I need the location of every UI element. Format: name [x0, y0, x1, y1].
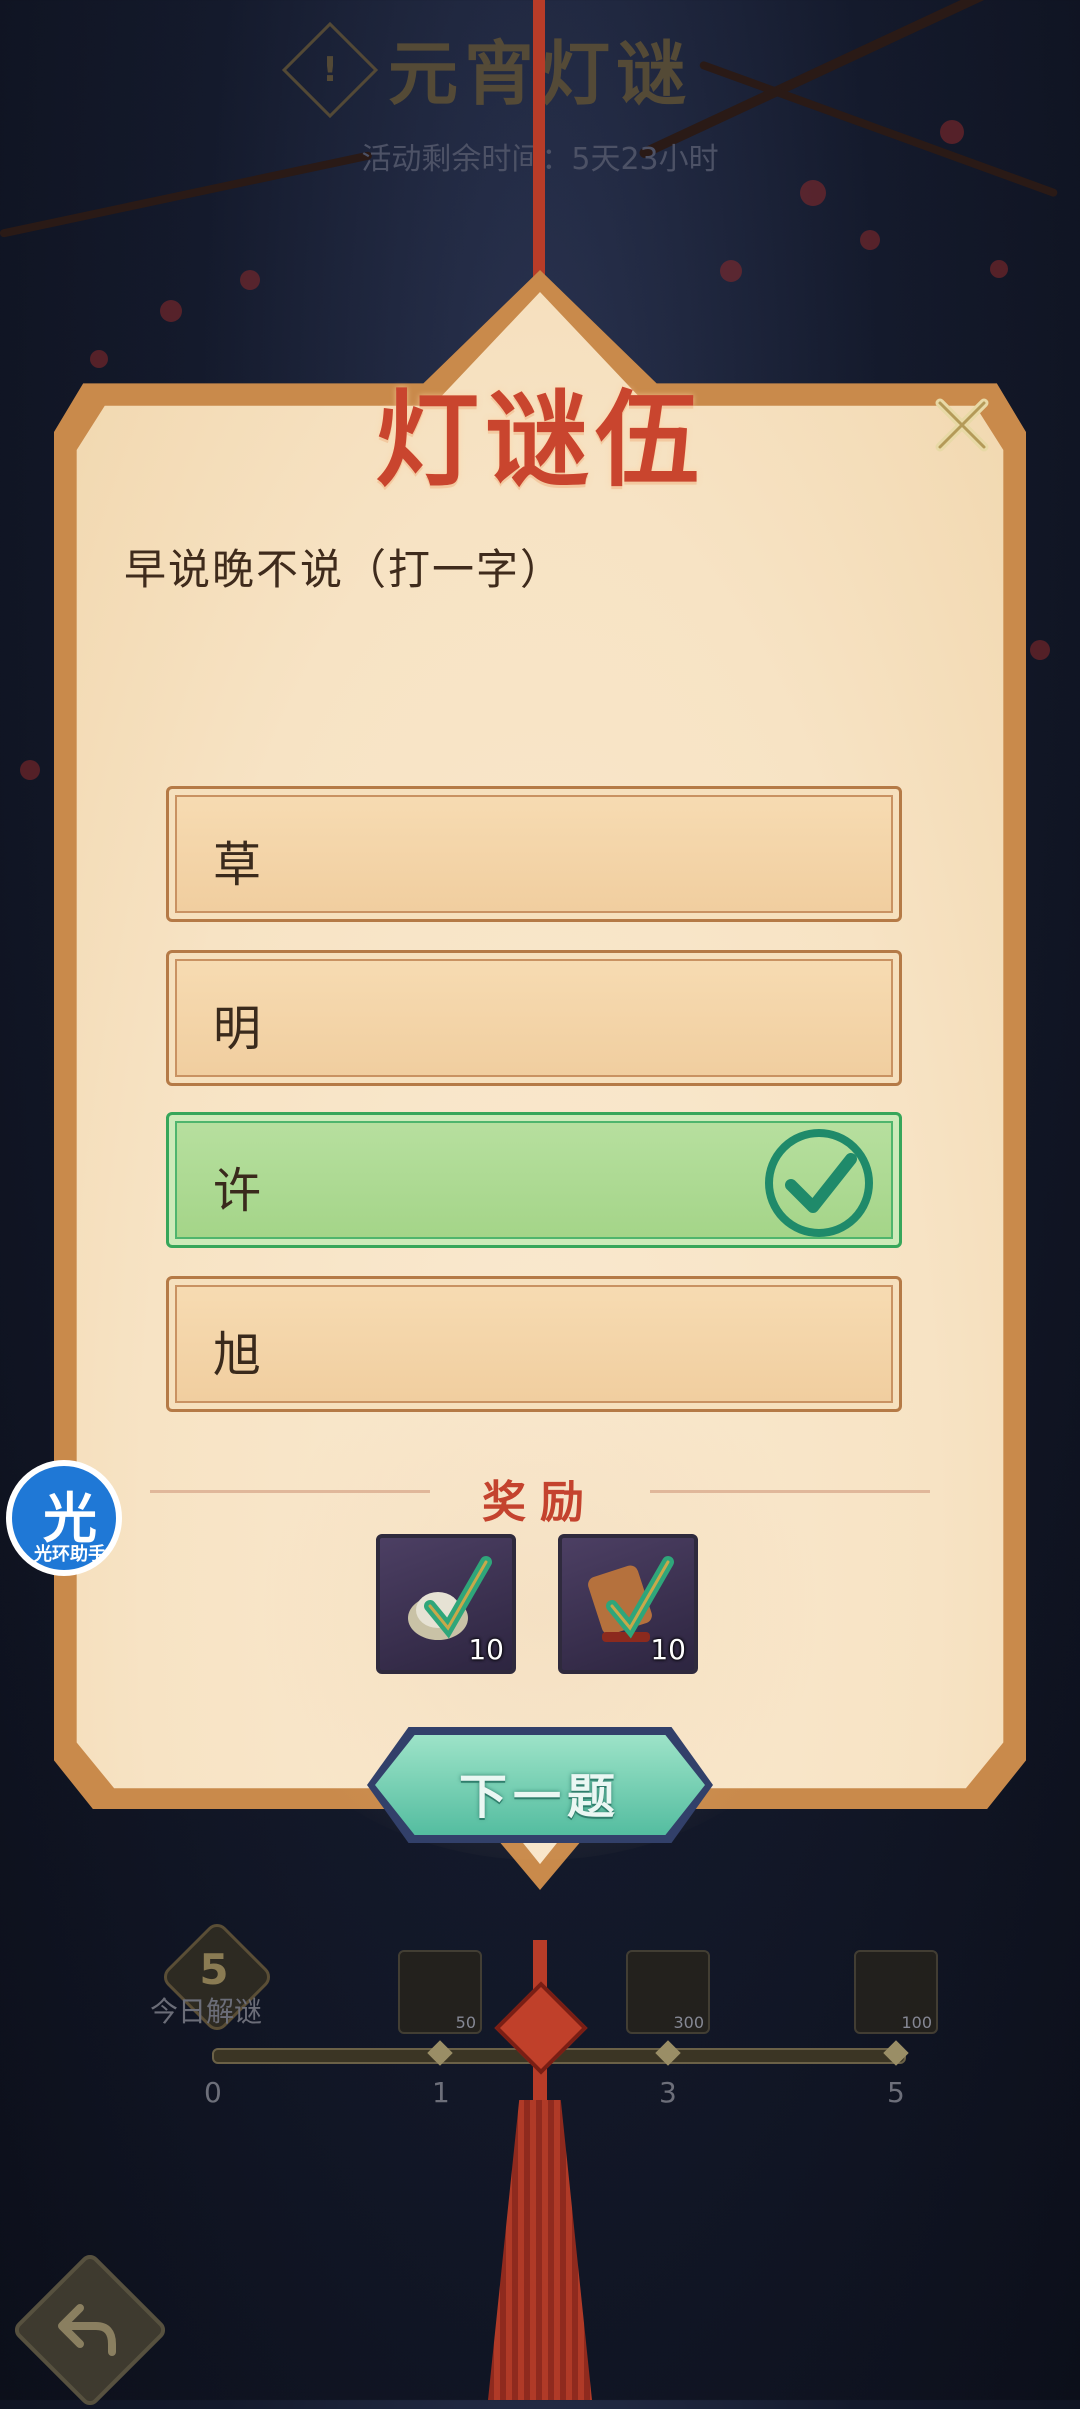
solved-label: 今日解谜 — [150, 1995, 263, 2028]
answer-option-label: 旭 — [213, 1327, 262, 1383]
answer-option-1[interactable]: 草 — [166, 786, 902, 922]
next-question-button[interactable]: 下一题 — [367, 1727, 713, 1843]
reward-item-2[interactable]: 10 — [558, 1534, 698, 1674]
milestone-reward-1[interactable]: 50 — [398, 1950, 482, 2034]
milestone-count: 300 — [673, 2013, 704, 2032]
next-button-label: 下一题 — [458, 1769, 621, 1825]
milestone-count: 100 — [901, 2013, 932, 2032]
progress-tick-label: 1 — [432, 2076, 450, 2109]
answer-option-label: 草 — [213, 837, 262, 893]
solved-count: 5 — [199, 1945, 229, 1994]
back-arrow-icon[interactable] — [52, 2294, 122, 2364]
progress-tick-label: 5 — [887, 2076, 905, 2109]
milestone-reward-3[interactable]: 100 — [854, 1950, 938, 2034]
close-icon[interactable] — [930, 393, 994, 457]
reward-count: 10 — [468, 1633, 504, 1666]
helper-label: 光环助手 — [34, 1544, 106, 1565]
riddle-title: 灯谜伍 — [374, 378, 705, 501]
reward-title: 奖励 — [482, 1477, 598, 1528]
answer-option-4[interactable]: 旭 — [166, 1276, 902, 1412]
answer-option-label: 许 — [213, 1163, 262, 1219]
helper-floating-button[interactable]: 光 光环助手 — [6, 1460, 122, 1576]
answer-option-2[interactable]: 明 — [166, 950, 902, 1086]
reward-header: 奖励 — [150, 1466, 930, 1528]
answer-option-label: 明 — [213, 1001, 262, 1057]
milestone-count: 50 — [455, 2013, 476, 2032]
milestone-reward-2[interactable]: 300 — [626, 1950, 710, 2034]
reward-count: 10 — [650, 1633, 686, 1666]
progress-tick-label: 0 — [204, 2076, 222, 2109]
riddle-question: 早说晚不说（打一字） — [124, 545, 565, 594]
progress-tick-label: 3 — [659, 2076, 677, 2109]
answer-option-3[interactable]: 许 — [166, 1112, 902, 1248]
reward-item-1[interactable]: 10 — [376, 1534, 516, 1674]
correct-check-icon — [765, 1129, 873, 1237]
